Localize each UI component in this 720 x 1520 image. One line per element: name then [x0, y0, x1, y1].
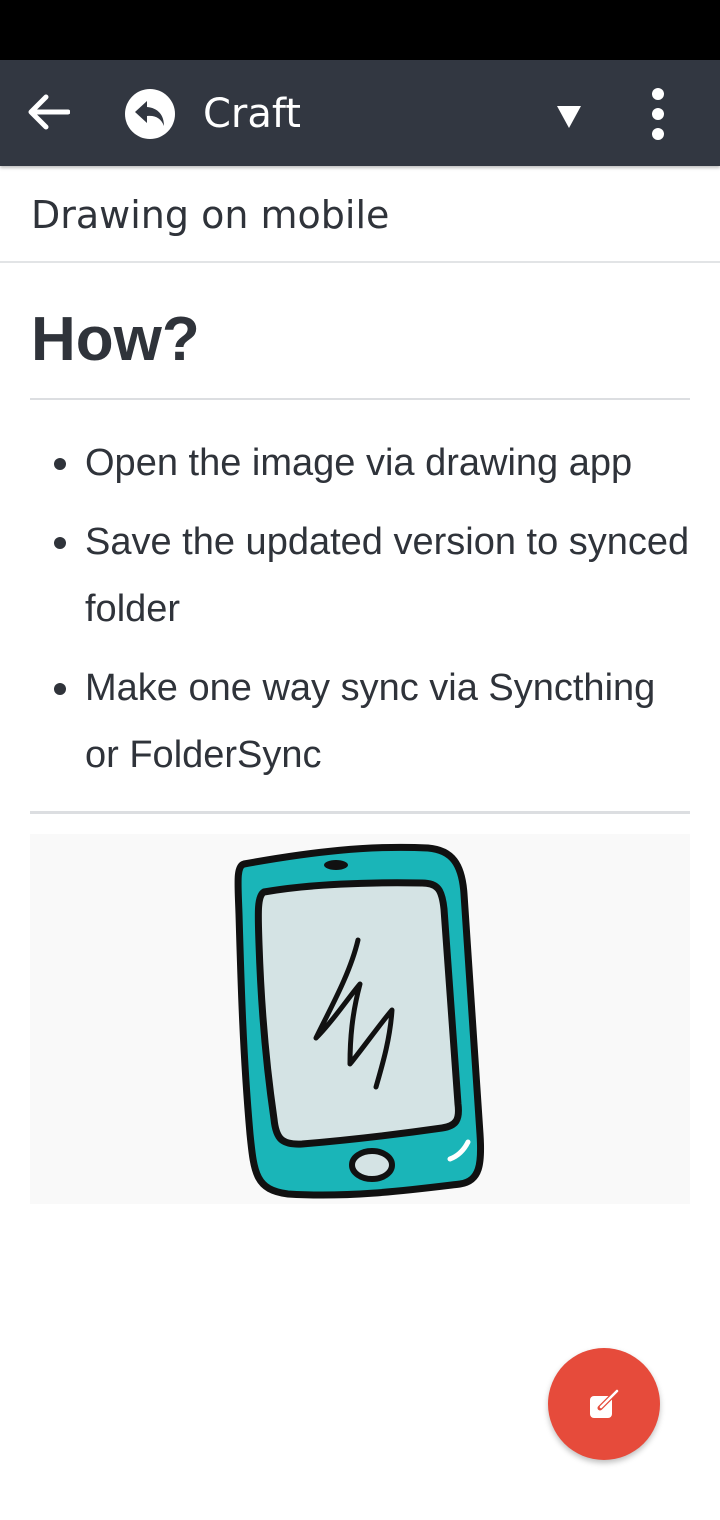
- dropdown-button[interactable]: [546, 94, 592, 140]
- status-bar: [0, 0, 720, 60]
- caret-down-icon: [557, 106, 581, 128]
- phone-drawing-icon: [234, 843, 485, 1199]
- bullet-dot: [54, 683, 66, 695]
- list-item: Make one way sync via Syncthing or Folde…: [30, 655, 690, 789]
- bullet-dot: [54, 458, 66, 470]
- reply-circle-icon: [135, 101, 164, 126]
- app-title: Craft: [203, 91, 301, 137]
- bullet-dot: [54, 537, 66, 549]
- more-vertical-icon: [652, 88, 664, 140]
- list-item-text: Make one way sync via Syncthing or Folde…: [85, 667, 656, 776]
- app-bar: Craft: [0, 60, 720, 166]
- more-options-button[interactable]: [634, 84, 682, 144]
- arrow-left-icon: [28, 94, 70, 130]
- back-button[interactable]: [20, 84, 76, 140]
- app-icon[interactable]: [125, 89, 175, 139]
- divider: [30, 811, 690, 814]
- edit-icon: [590, 1389, 619, 1418]
- phone-drawing-image[interactable]: [30, 834, 690, 1204]
- page-breadcrumb[interactable]: Drawing on mobile: [0, 166, 720, 263]
- edit-fab-button[interactable]: [548, 1348, 660, 1460]
- page-title: Drawing on mobile: [31, 193, 390, 237]
- list-item: Save the updated version to synced folde…: [30, 509, 690, 643]
- list-item-text: Open the image via drawing app: [85, 442, 633, 484]
- section-heading: How?: [31, 305, 200, 374]
- bullet-list: Open the image via drawing app Save the …: [30, 430, 690, 801]
- divider: [30, 398, 690, 400]
- list-item-text: Save the updated version to synced folde…: [85, 521, 690, 630]
- list-item: Open the image via drawing app: [30, 430, 690, 497]
